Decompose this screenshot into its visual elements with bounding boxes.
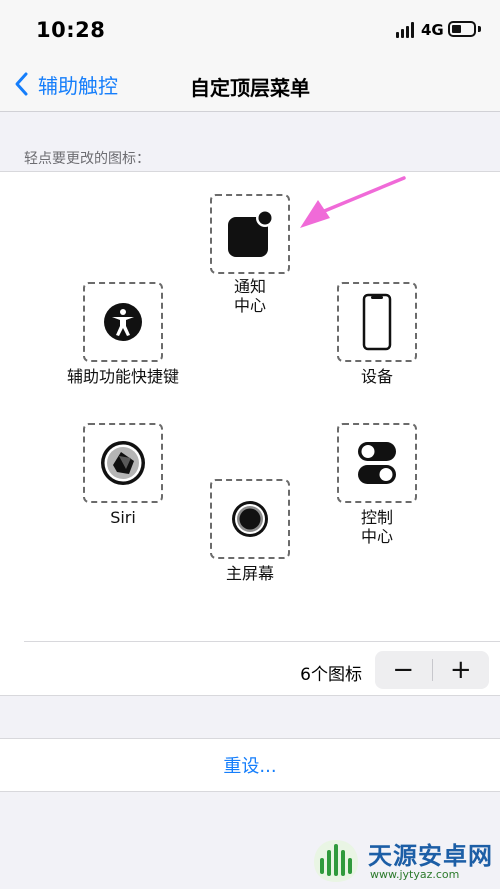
decrease-button[interactable]: − xyxy=(375,651,432,689)
siri-icon xyxy=(101,441,145,485)
slot-label-notification-center: 通知 中心 xyxy=(233,277,266,315)
battery-tip xyxy=(478,26,481,32)
slot-label-siri: Siri xyxy=(110,508,136,527)
page-title: 自定顶层菜单 xyxy=(190,76,310,100)
notification-center-icon xyxy=(228,209,274,257)
signal-icon xyxy=(396,22,416,38)
navigation-bar: 辅助触控 自定顶层菜单 xyxy=(0,58,500,112)
annotation-arrow-icon xyxy=(300,176,406,228)
battery-icon xyxy=(448,21,476,37)
reset-button[interactable]: 重设... xyxy=(0,738,500,792)
control-center-icon xyxy=(358,442,396,484)
slot-device[interactable] xyxy=(337,282,417,362)
watermark-logo-icon xyxy=(314,840,358,882)
slot-label-accessibility-shortcut: 辅助功能快捷键 xyxy=(66,367,179,386)
increase-button[interactable]: + xyxy=(432,651,489,689)
home-button-icon xyxy=(232,501,268,537)
device-icon xyxy=(362,293,392,351)
status-bar: 10:28 4G xyxy=(0,0,500,58)
slot-accessibility-shortcut[interactable] xyxy=(83,282,163,362)
accessibility-icon xyxy=(104,303,142,341)
reset-label: 重设... xyxy=(223,756,277,777)
panel-divider xyxy=(24,641,500,642)
slot-label-home: 主屏幕 xyxy=(225,564,274,583)
watermark-url: www.jytyaz.com xyxy=(370,868,460,881)
slot-notification-center[interactable] xyxy=(210,194,290,274)
status-time: 10:28 xyxy=(36,18,106,42)
icon-count-label: 6个图标 xyxy=(300,665,362,685)
watermark: 天源安卓网 www.jytyaz.com xyxy=(306,828,500,889)
network-label: 4G xyxy=(421,21,444,39)
slot-control-center[interactable] xyxy=(337,423,417,503)
slot-label-control-center: 控制 中心 xyxy=(360,508,393,546)
section-hint: 轻点要更改的图标： xyxy=(24,151,150,167)
menu-editor-panel: 通知 中心 辅助功能快捷键 设备 Siri 控制 中心 主屏幕 6个图标 − + xyxy=(0,171,500,696)
icon-count-stepper: − + xyxy=(375,651,489,689)
slot-home[interactable] xyxy=(210,479,290,559)
slot-siri[interactable] xyxy=(83,423,163,503)
slot-label-device: 设备 xyxy=(360,367,393,386)
watermark-name: 天源安卓网 xyxy=(368,842,493,870)
